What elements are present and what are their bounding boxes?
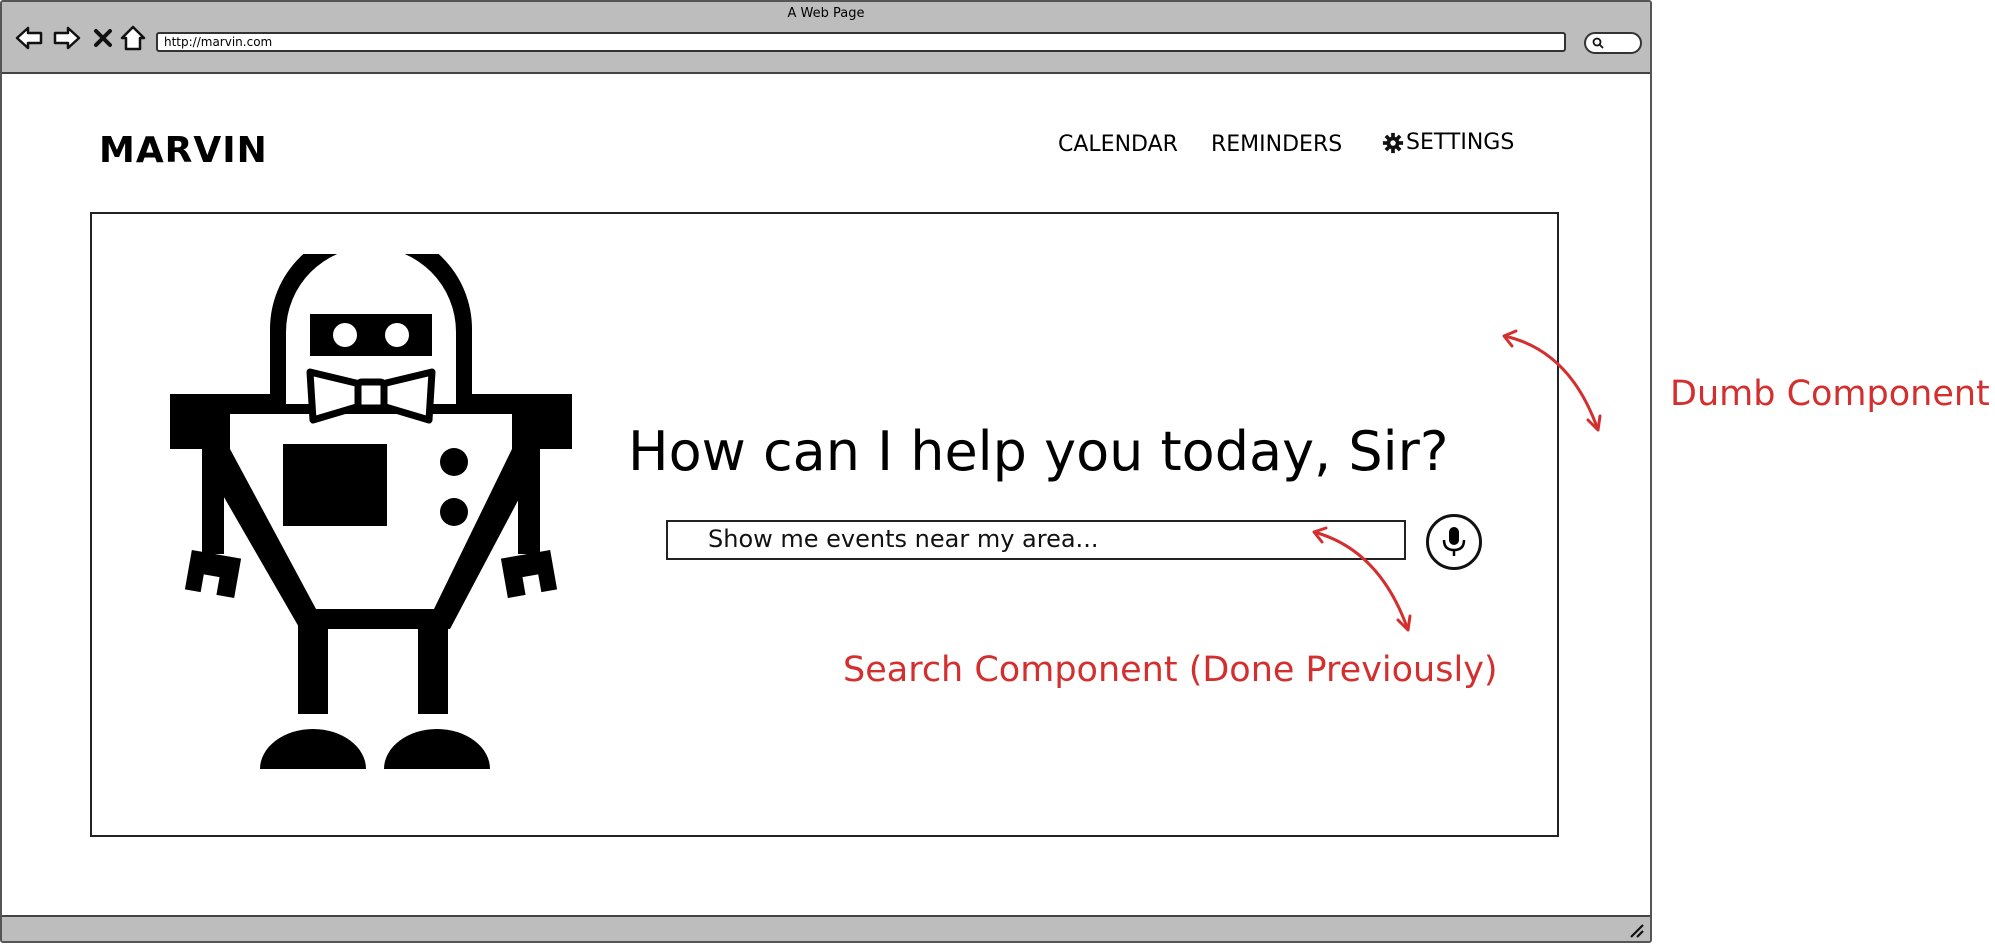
search-input[interactable]: Show me events near my area... bbox=[666, 520, 1406, 560]
nav-reminders[interactable]: REMINDERS bbox=[1211, 132, 1342, 157]
browser-window: A Web Page http://marvin.com MARVIN CALE… bbox=[0, 0, 1652, 943]
mic-button[interactable] bbox=[1426, 514, 1482, 570]
nav-calendar[interactable]: CALENDAR bbox=[1058, 132, 1178, 157]
page-title: How can I help you today, Sir? bbox=[628, 420, 1449, 483]
annotation-dumb-component: Dumb Component bbox=[1670, 374, 1990, 414]
browser-status-bar bbox=[2, 915, 1650, 941]
nav-settings-label: SETTINGS bbox=[1406, 130, 1515, 155]
forward-arrow-icon[interactable] bbox=[52, 24, 82, 52]
browser-search-field[interactable] bbox=[1584, 32, 1642, 54]
dumb-component-arrow bbox=[1502, 329, 1602, 432]
back-arrow-icon[interactable] bbox=[14, 24, 44, 52]
browser-toolbar: A Web Page http://marvin.com bbox=[2, 2, 1650, 74]
home-icon[interactable] bbox=[118, 24, 148, 52]
search-icon bbox=[1592, 37, 1604, 49]
resize-grip-icon[interactable] bbox=[1628, 922, 1644, 938]
annotation-search-component: Search Component (Done Previously) bbox=[843, 650, 1498, 690]
window-title: A Web Page bbox=[787, 6, 865, 21]
robot-icon bbox=[170, 254, 572, 769]
close-icon[interactable] bbox=[90, 24, 116, 52]
nav-settings[interactable]: SETTINGS bbox=[1382, 130, 1514, 155]
microphone-icon bbox=[1442, 527, 1466, 556]
url-input[interactable]: http://marvin.com bbox=[156, 32, 1566, 52]
brand-logo[interactable]: MARVIN bbox=[99, 130, 268, 171]
search-component-arrow bbox=[1312, 526, 1412, 632]
gear-icon bbox=[1382, 132, 1404, 153]
